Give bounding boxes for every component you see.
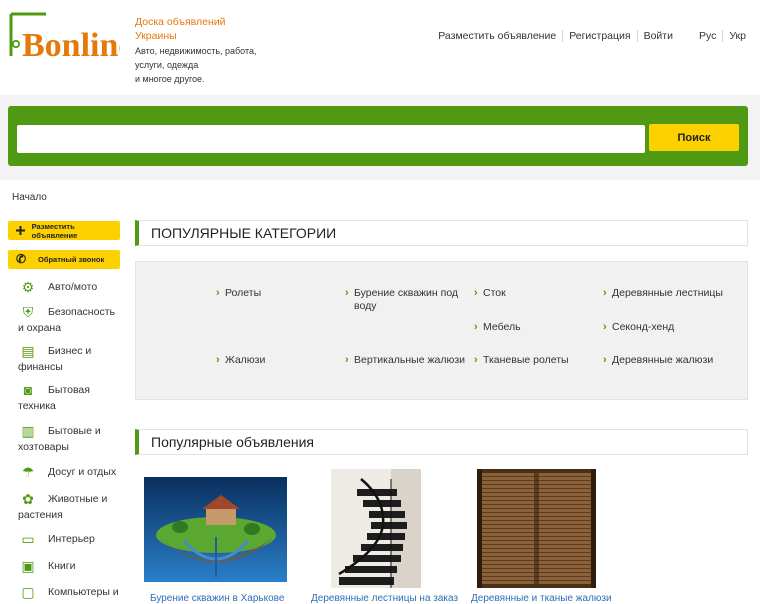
callback-label: Обратный звонок <box>38 255 105 264</box>
bucket-icon: ▥ <box>21 423 35 439</box>
callback-button[interactable]: ✆ Обратный звонок <box>8 250 120 269</box>
ad-image[interactable] <box>477 469 596 588</box>
popular-category-label: Жалюзи <box>225 354 266 366</box>
washer-icon: ◙ <box>23 382 33 398</box>
post-ad-link[interactable]: Разместить объявление <box>432 30 562 42</box>
chevron-right-icon: › <box>474 287 478 299</box>
breadcrumb: Начало <box>12 192 47 203</box>
ad-title[interactable]: Деревянные лестницы на заказ <box>311 593 461 604</box>
popular-category-label: Ролеты <box>225 287 262 299</box>
chevron-right-icon: › <box>474 354 478 366</box>
popular-category-link[interactable]: › Тканевые ролеты <box>474 354 598 367</box>
sidebar-item-animals[interactable]: ✿ Животные и растения <box>8 491 120 531</box>
language-uk-link[interactable]: Укр <box>722 30 752 42</box>
tagline-desc-3: и многое другое. <box>135 74 205 84</box>
header: Bonline Доска объявлений Украины Авто, н… <box>0 0 760 95</box>
logo[interactable]: Bonline <box>8 12 120 62</box>
popular-category-label: Сток <box>483 287 506 299</box>
search-input[interactable] <box>17 125 645 153</box>
breadcrumb-home-link[interactable]: Начало <box>12 192 47 203</box>
sofa-icon: ▭ <box>21 531 35 547</box>
paw-icon: ✿ <box>22 491 34 507</box>
tagline-title-2: Украины <box>135 30 177 42</box>
ad-image[interactable] <box>144 477 287 582</box>
tagline-desc-1: Авто, недвижимость, работа, <box>135 46 257 56</box>
sidebar-item-interior[interactable]: ▭ Интерьер <box>8 531 120 558</box>
car-icon: ⚙ <box>21 279 35 295</box>
chevron-right-icon: › <box>603 321 607 333</box>
money-icon: ▤ <box>21 343 35 359</box>
popular-category-link[interactable]: › Сток <box>474 287 598 300</box>
language-ru-link[interactable]: Рус <box>693 30 722 42</box>
login-link[interactable]: Войти <box>636 30 679 42</box>
ad-title[interactable]: Деревянные и тканые жалюзи <box>471 593 621 604</box>
sidebar-post-ad-label: Разместить объявление <box>31 221 78 240</box>
chevron-right-icon: › <box>603 287 607 299</box>
sidebar-item-household[interactable]: ▥ Бытовые и хозтовары <box>8 423 120 464</box>
popular-category-link[interactable]: › Деревянные жалюзи <box>603 354 737 367</box>
search-band: Поиск <box>0 95 760 180</box>
sidebar: Разместить объявление ✆ Обратный звонок … <box>8 221 120 604</box>
computer-icon: ▢ <box>21 584 35 600</box>
sidebar-item-appliances[interactable]: ◙ Бытовая техника <box>8 382 120 423</box>
popular-category-label: Деревянные жалюзи <box>612 354 714 366</box>
sidebar-item-leisure[interactable]: ☂ Досуг и отдых <box>8 464 120 491</box>
popular-category-link[interactable]: › Мебель <box>474 321 598 334</box>
popular-category-label: Деревянные лестницы <box>612 287 723 299</box>
chevron-right-icon: › <box>345 354 349 366</box>
popular-ads-heading: Популярные объявления <box>135 429 748 455</box>
shield-icon: ⛨ <box>22 304 34 320</box>
book-icon: ▣ <box>21 558 35 574</box>
search-button[interactable]: Поиск <box>649 124 739 151</box>
search-box: Поиск <box>8 106 748 166</box>
chevron-right-icon: › <box>345 287 349 299</box>
chevron-right-icon: › <box>603 354 607 366</box>
sidebar-item-business[interactable]: ▤ Бизнес и финансы <box>8 343 120 382</box>
sidebar-item-security[interactable]: ⛨ Безопасность и охрана <box>8 304 120 343</box>
popular-category-link[interactable]: › Деревянные лестницы <box>603 287 737 300</box>
ad-image[interactable] <box>331 469 421 588</box>
chevron-right-icon: › <box>474 321 478 333</box>
tagline-title-1: Доска объявлений <box>135 16 226 28</box>
category-list: ⚙ Авто/мото ⛨ Безопасность и охрана ▤ Би… <box>8 279 120 604</box>
logo-text: Bonline <box>22 27 120 62</box>
popular-category-link[interactable]: › Бурение скважин под воду <box>345 287 469 313</box>
popular-category-label: Бурение скважин под воду <box>354 287 459 312</box>
tagline-desc-2: услуги, одежда <box>135 60 199 70</box>
popular-category-label: Мебель <box>483 321 521 333</box>
leisure-icon: ☂ <box>21 464 35 480</box>
chevron-right-icon: › <box>216 287 220 299</box>
sidebar-item-computers[interactable]: ▢ Компьютеры и <box>8 584 120 604</box>
popular-category-link[interactable]: › Ролеты <box>216 287 340 300</box>
popular-category-label: Тканевые ролеты <box>483 354 569 366</box>
popular-categories-panel: › Ролеты › Бурение скважин под воду › Сток … <box>135 261 748 400</box>
popular-categories-heading: ПОПУЛЯРНЫЕ КАТЕГОРИИ <box>135 220 748 246</box>
sidebar-post-ad-button[interactable]: Разместить объявление <box>8 221 120 240</box>
popular-category-label: Вертикальные жалюзи <box>354 354 466 366</box>
plus-icon <box>14 221 28 240</box>
popular-category-link[interactable]: › Секонд-хенд <box>603 321 727 334</box>
tagline: Доска объявлений Украины Авто, недвижимо… <box>135 15 265 86</box>
register-link[interactable]: Регистрация <box>562 30 636 42</box>
top-navigation: Разместить объявление Регистрация Войти … <box>432 30 752 42</box>
phone-icon: ✆ <box>15 252 27 266</box>
sidebar-item-auto[interactable]: ⚙ Авто/мото <box>8 279 120 304</box>
ad-title[interactable]: Бурение скважин в Харькове <box>150 593 300 604</box>
popular-category-label: Секонд-хенд <box>612 321 675 333</box>
sidebar-item-books[interactable]: ▣ Книги <box>8 558 120 584</box>
popular-category-link[interactable]: › Вертикальные жалюзи <box>345 354 479 367</box>
chevron-right-icon: › <box>216 354 220 366</box>
popular-category-link[interactable]: › Жалюзи <box>216 354 340 367</box>
